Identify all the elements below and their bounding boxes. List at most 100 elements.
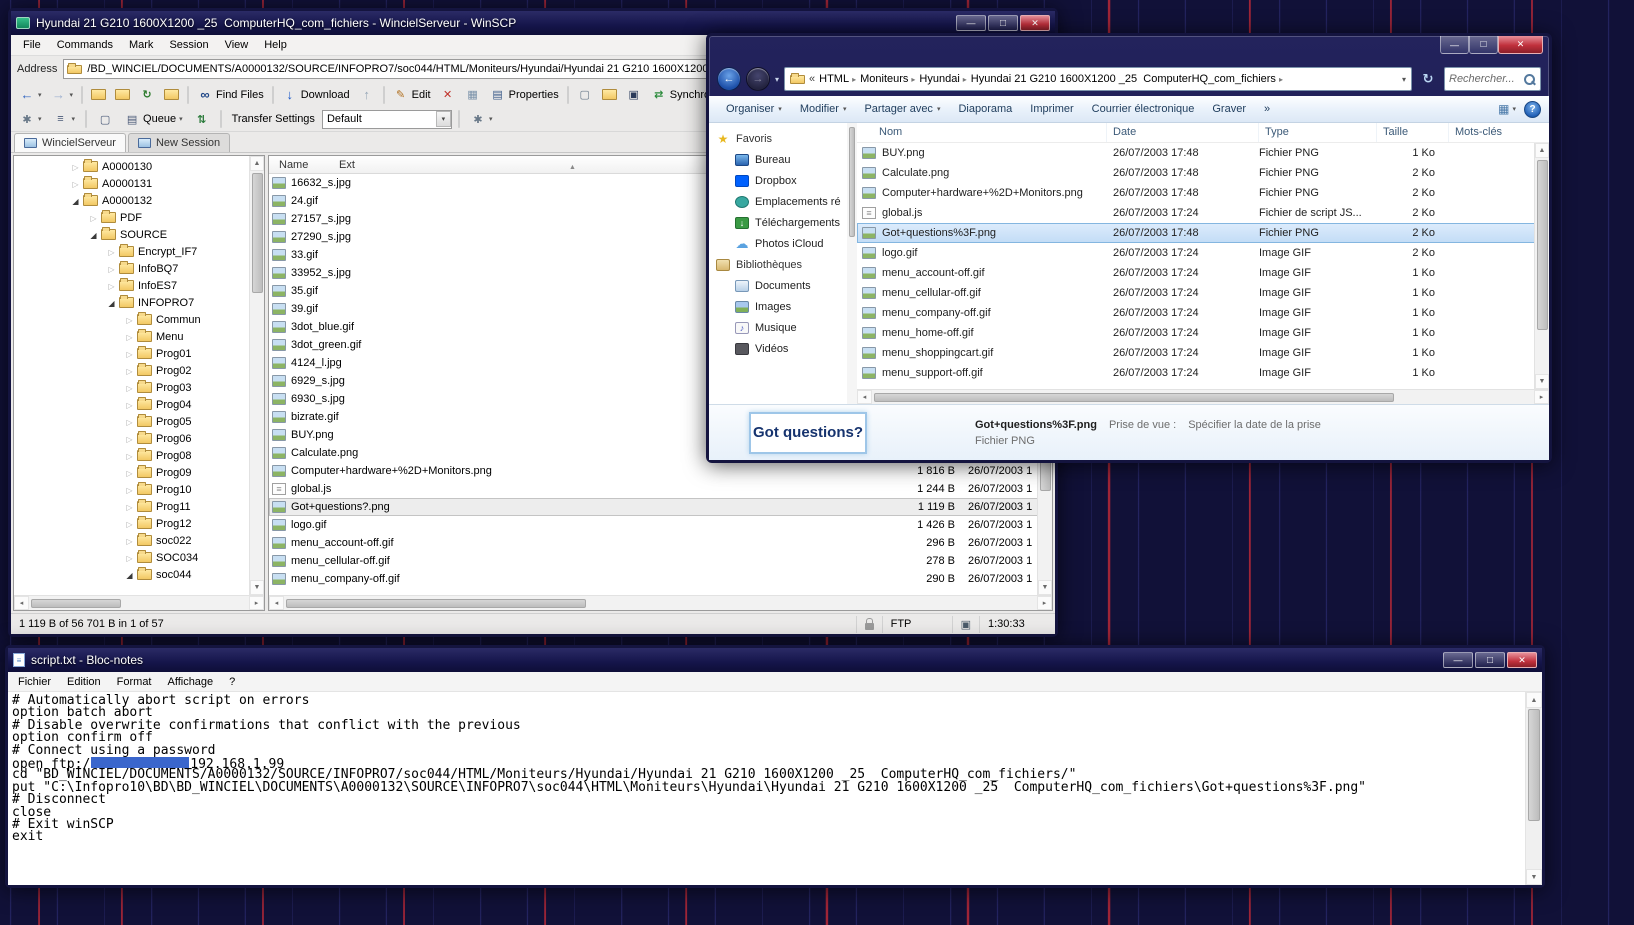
- tree-node[interactable]: Prog08: [14, 447, 264, 464]
- tree-node[interactable]: Prog11: [14, 498, 264, 515]
- menu-item[interactable]: Edition: [59, 673, 109, 691]
- maximize-button[interactable]: [1475, 652, 1505, 668]
- tree-expander-icon[interactable]: [124, 399, 135, 411]
- preview-meta-value[interactable]: Spécifier la date de la prise: [1188, 419, 1321, 431]
- file-row[interactable]: menu_cellular-off.gif 278 B 26/07/2003 1: [269, 552, 1052, 570]
- list-scrollbar-horizontal[interactable]: ◂ ▸: [857, 389, 1549, 404]
- tree-node[interactable]: soc022: [14, 532, 264, 549]
- forward-button[interactable]: [746, 67, 770, 91]
- sidebar-item[interactable]: Images: [709, 296, 857, 317]
- scroll-left-icon[interactable]: ◂: [857, 390, 872, 404]
- tree-expander-icon[interactable]: [124, 331, 135, 343]
- scrollbar-thumb[interactable]: [849, 127, 855, 237]
- tree-expander-icon[interactable]: [70, 161, 81, 173]
- notepad-window[interactable]: script.txt - Bloc-notes Fichier Edition …: [5, 645, 1545, 888]
- command-bar-item[interactable]: Imprimer: [1021, 99, 1082, 119]
- toolbar-button[interactable]: [622, 84, 646, 105]
- maximize-button[interactable]: [988, 15, 1018, 31]
- back-button[interactable]: [717, 67, 741, 91]
- scrollbar-thumb[interactable]: [31, 599, 121, 608]
- tree-node[interactable]: Encrypt_IF7: [14, 243, 264, 260]
- sidebar-item[interactable]: Vidéos: [709, 338, 857, 359]
- column-header[interactable]: Nom: [857, 123, 1107, 142]
- winscp-titlebar[interactable]: Hyundai 21 G210 1600X1200 _25 ComputerHQ…: [11, 11, 1055, 35]
- toolbar-button[interactable]: [81, 86, 83, 104]
- address-history-dropdown-icon[interactable]: [1402, 75, 1406, 84]
- tree-node[interactable]: Prog12: [14, 515, 264, 532]
- toolbar-button[interactable]: [383, 86, 385, 104]
- tree-expander-icon[interactable]: [124, 552, 135, 564]
- minimize-button[interactable]: [956, 15, 986, 31]
- explorer-sidebar[interactable]: Favoris Bureau Dropbox Emplacements ré: [709, 123, 857, 404]
- scroll-up-icon[interactable]: ▲: [1526, 692, 1542, 708]
- tree-node[interactable]: Prog03: [14, 379, 264, 396]
- transfer-list-button[interactable]: [190, 109, 214, 130]
- tree-expander-icon[interactable]: [124, 382, 135, 394]
- column-header[interactable]: Type: [1259, 123, 1377, 142]
- file-rows[interactable]: BUY.png 26/07/2003 17:48 Fichier PNG 1 K…: [857, 143, 1549, 389]
- tree-node[interactable]: Prog05: [14, 413, 264, 430]
- sidebar-item[interactable]: Documents: [709, 275, 857, 296]
- tree-node[interactable]: SOURCE: [14, 226, 264, 243]
- tree-node[interactable]: Commun: [14, 311, 264, 328]
- list-scrollbar-vertical[interactable]: ▲ ▼: [1534, 143, 1549, 389]
- tree-expander-icon[interactable]: [124, 450, 135, 462]
- remote-tree-panel[interactable]: A0000130 A0000131 A0000132: [13, 155, 265, 611]
- tree-node[interactable]: Prog10: [14, 481, 264, 498]
- scroll-up-icon[interactable]: ▲: [1535, 143, 1549, 158]
- file-row[interactable]: menu_cellular-off.gif 26/07/2003 17:24 I…: [857, 283, 1549, 303]
- scroll-left-icon[interactable]: ◂: [14, 596, 29, 610]
- tree-expander-icon[interactable]: [124, 433, 135, 445]
- menu-item[interactable]: Mark: [121, 36, 161, 54]
- preferences-button[interactable]: [15, 109, 46, 130]
- toolbar-button[interactable]: Find Files: [193, 84, 268, 105]
- tree-expander-icon[interactable]: [88, 212, 99, 224]
- menu-item[interactable]: Format: [109, 673, 160, 691]
- menu-item[interactable]: View: [217, 36, 257, 54]
- tree-expander-icon[interactable]: [124, 518, 135, 530]
- tree-expander-icon[interactable]: [124, 467, 135, 479]
- menu-item[interactable]: File: [15, 36, 49, 54]
- help-icon[interactable]: ?: [1524, 101, 1541, 118]
- column-header[interactable]: Date: [1107, 123, 1259, 142]
- recent-pages-dropdown-icon[interactable]: [775, 75, 779, 84]
- explorer-file-area[interactable]: Nom Date Type Taille Mots-clés BUY.png 2…: [857, 123, 1549, 404]
- file-row[interactable]: Got+questions?.png 1 119 B 26/07/2003 1: [269, 498, 1052, 516]
- transfer-preset-combo[interactable]: Default: [322, 110, 452, 129]
- toolbar-button[interactable]: Download: [278, 84, 354, 105]
- command-bar-item[interactable]: Graver: [1203, 99, 1255, 119]
- breadcrumb-segment[interactable]: Hyundai: [919, 73, 966, 85]
- file-row[interactable]: global.js 1 244 B 26/07/2003 1: [269, 480, 1052, 498]
- breadcrumb[interactable]: « HTML Moniteurs Hyundai Hyundai 21: [784, 67, 1412, 91]
- tree-expander-icon[interactable]: [124, 484, 135, 496]
- tree-expander-icon[interactable]: [124, 416, 135, 428]
- sidebar-item[interactable]: Musique: [709, 317, 857, 338]
- command-bar-item[interactable]: Modifier: [791, 99, 856, 119]
- file-thumbnail[interactable]: Got questions?: [749, 412, 867, 454]
- toolbar-button[interactable]: [567, 86, 569, 104]
- sidebar-item[interactable]: Emplacements ré: [709, 191, 857, 212]
- tree-node[interactable]: InfoBQ7: [14, 260, 264, 277]
- chevron-right-icon[interactable]: [911, 75, 915, 84]
- tree-expander-icon[interactable]: [124, 365, 135, 377]
- chevron-right-icon[interactable]: [1279, 75, 1283, 84]
- sidebar-item[interactable]: Bibliothèques: [709, 254, 857, 275]
- tree-expander-icon[interactable]: [106, 280, 117, 292]
- editor-scrollbar-vertical[interactable]: ▲ ▼: [1525, 692, 1542, 885]
- toolbar-button[interactable]: [15, 84, 46, 105]
- refresh-icon[interactable]: [1417, 68, 1439, 90]
- tree-node[interactable]: A0000130: [14, 158, 264, 175]
- column-header-name[interactable]: Name: [269, 159, 339, 171]
- scroll-down-icon[interactable]: ▼: [1535, 374, 1549, 389]
- file-row[interactable]: menu_support-off.gif 26/07/2003 17:24 Im…: [857, 363, 1549, 383]
- maximize-button[interactable]: [1469, 36, 1498, 54]
- breadcrumb-overflow-chevron[interactable]: «: [809, 73, 815, 85]
- sidebar-item[interactable]: Favoris: [709, 128, 857, 149]
- file-row[interactable]: menu_company-off.gif 26/07/2003 17:24 Im…: [857, 303, 1549, 323]
- change-view-button[interactable]: [1498, 102, 1516, 116]
- scroll-up-icon[interactable]: ▲: [250, 156, 264, 171]
- toolbar-button[interactable]: [573, 84, 597, 105]
- toolbar-button[interactable]: [135, 84, 159, 105]
- menu-item[interactable]: Commands: [49, 36, 121, 54]
- toolbar-button[interactable]: [461, 84, 485, 105]
